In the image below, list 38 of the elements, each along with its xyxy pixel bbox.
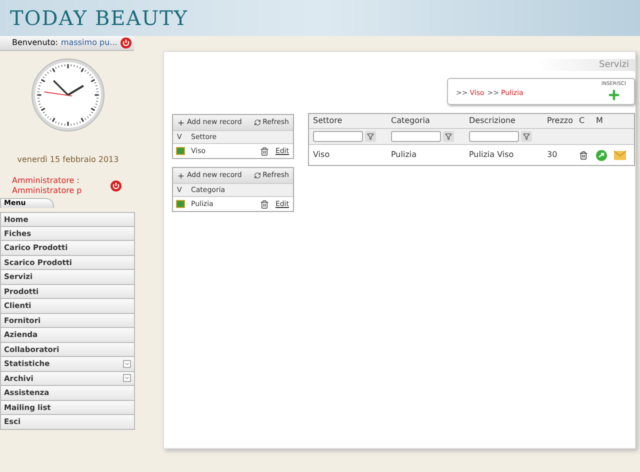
column-header: Descrizione xyxy=(469,115,516,127)
table-cell-text: Pulizia xyxy=(391,149,418,161)
admin-text: Amministratore : Amministratore p xyxy=(12,176,83,196)
user-name: massimo pu... xyxy=(61,37,118,49)
filter-field[interactable] xyxy=(391,131,441,142)
date-text: venerdì 15 febbraio 2013 xyxy=(16,154,120,166)
power-icon[interactable] xyxy=(110,180,122,192)
plus-icon xyxy=(177,172,185,180)
refresh-icon xyxy=(254,172,261,179)
chevron-down-icon xyxy=(123,360,131,368)
filter-button[interactable] xyxy=(521,131,532,142)
table-cell-text: Pulizia Viso xyxy=(469,149,515,161)
column-header: C xyxy=(579,115,586,127)
filter-button[interactable] xyxy=(443,131,454,142)
envelope-icon[interactable] xyxy=(614,150,626,160)
filter-button[interactable] xyxy=(365,131,376,142)
trash-icon[interactable] xyxy=(579,150,588,160)
plus-icon xyxy=(177,118,185,126)
filter-icon xyxy=(445,133,452,140)
table-cell-text: 30 xyxy=(547,149,558,161)
filter-icon xyxy=(523,133,530,140)
filter-icon xyxy=(367,133,374,140)
column-header: Prezzo xyxy=(547,115,574,127)
welcome-label: Benvenuto: xyxy=(12,37,58,49)
filter-field[interactable] xyxy=(469,131,519,142)
trash-icon[interactable] xyxy=(260,200,269,208)
chevron-down-icon xyxy=(123,374,131,382)
logo: TODAY BEAUTY xyxy=(10,5,188,32)
column-header: Categoria xyxy=(391,115,431,127)
share-icon[interactable] xyxy=(596,150,607,160)
column-header: M xyxy=(596,115,604,127)
refresh-icon xyxy=(254,119,261,126)
column-header: Settore xyxy=(313,115,344,127)
filter-field[interactable] xyxy=(313,131,363,142)
table-cell-text: Viso xyxy=(313,149,331,161)
power-icon[interactable] xyxy=(120,37,132,49)
plus-icon[interactable] xyxy=(606,88,621,102)
trash-icon[interactable] xyxy=(260,146,269,156)
